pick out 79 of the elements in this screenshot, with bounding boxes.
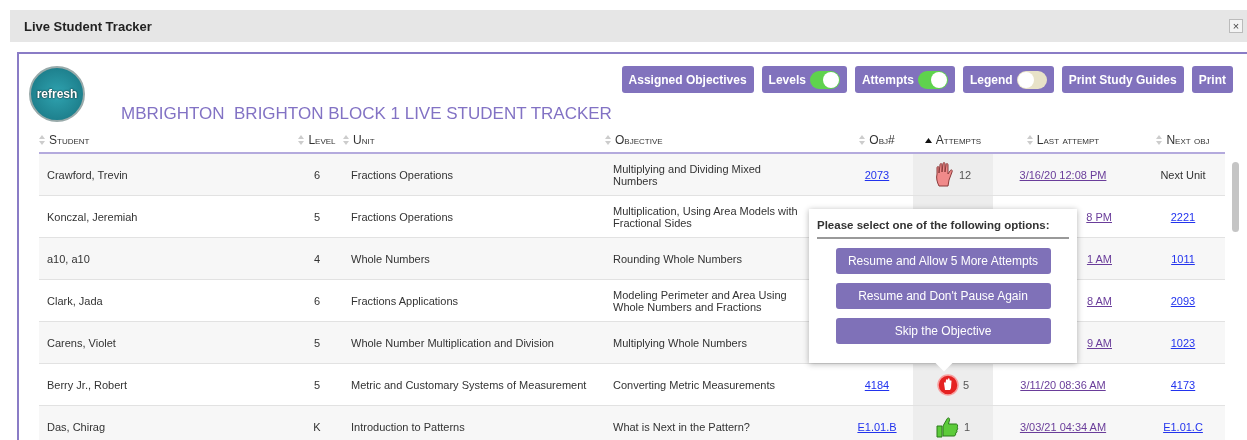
last-attempt-link[interactable]: 1 AM: [1086, 252, 1112, 265]
column-header[interactable]: Obj#: [841, 133, 913, 147]
level-cell: 6: [313, 294, 321, 307]
student-cell: Berry Jr., Robert: [47, 378, 128, 391]
student-cell: Carens, Violet: [47, 336, 116, 349]
column-header-label: Last attempt: [1036, 133, 1100, 147]
column-header-label: Unit: [353, 133, 375, 147]
toolbar-button[interactable]: Assigned Objectives: [621, 66, 754, 93]
option-button[interactable]: Resume and Don't Pause Again: [835, 283, 1051, 309]
column-header[interactable]: Next obj: [1133, 133, 1233, 147]
attempt-count: 5: [962, 378, 970, 391]
refresh-logo[interactable]: refresh: [29, 66, 85, 122]
objective-link[interactable]: 2073: [864, 168, 890, 181]
column-header[interactable]: Last attempt: [993, 133, 1133, 147]
student-cell: Crawford, Trevin: [47, 168, 128, 181]
level-cell: 4: [313, 252, 321, 265]
unit-cell: Fractions Applications: [351, 294, 458, 307]
column-header-label: Attempts: [935, 133, 982, 147]
close-button[interactable]: ×: [1229, 19, 1243, 33]
unit-cell: Introduction to Patterns: [351, 420, 465, 433]
level-cell: K: [313, 420, 321, 433]
toggle-button[interactable]: Attempts: [854, 66, 955, 93]
objective-link[interactable]: 4184: [864, 378, 890, 391]
last-attempt-link[interactable]: 3/11/20 08:36 AM: [1020, 378, 1106, 391]
tracker-title: MBRIGHTON BRIGHTON BLOCK 1 LIVE STUDENT TRACKER: [121, 104, 612, 124]
objective-cell: Converting Metric Measurements: [613, 378, 775, 391]
objective-cell-text: Multiplication, Using Area Models with Fractional Sides: [613, 204, 799, 229]
toggle-button[interactable]: Levels: [761, 66, 847, 93]
student-cell: a10, a10: [47, 252, 90, 265]
column-header[interactable]: Level: [291, 133, 343, 147]
scrollbar[interactable]: [1232, 162, 1239, 232]
last-attempt-link[interactable]: 3/16/20 12:08 PM: [1019, 168, 1107, 181]
last-attempt-link[interactable]: 8 PM: [1086, 210, 1112, 223]
column-header[interactable]: Student: [39, 133, 291, 147]
column-header-label: Obj#: [869, 133, 895, 147]
objective-cell: Rounding Whole Numbers: [613, 252, 742, 265]
toggle-button[interactable]: Legend: [962, 66, 1054, 93]
next-objective-link[interactable]: E1.01.C: [1163, 420, 1203, 433]
level-cell: 5: [313, 378, 321, 391]
unit-cell: Whole Numbers: [351, 252, 430, 265]
next-objective-link[interactable]: 2093: [1170, 294, 1196, 307]
unit-cell: Fractions Operations: [351, 168, 454, 181]
level-cell: 5: [313, 210, 321, 223]
next-objective-cell: Next Unit: [1160, 168, 1206, 181]
last-attempt-link[interactable]: 9 AM: [1086, 336, 1112, 349]
student-cell: Konczal, Jeremiah: [47, 210, 138, 223]
unit-cell: Metric and Customary Systems of Measurement: [351, 378, 587, 391]
toolbar-button[interactable]: Print Study Guides: [1061, 66, 1184, 93]
unit-cell: Fractions Operations: [351, 210, 454, 223]
column-header[interactable]: Unit: [343, 133, 605, 147]
column-header-label: Level: [308, 133, 336, 147]
unit-cell: Whole Number Multiplication and Division: [351, 336, 554, 349]
next-objective-link[interactable]: 1023: [1170, 336, 1196, 349]
column-header-label: Student: [49, 133, 90, 147]
window-title: Live Student Tracker: [24, 18, 152, 34]
next-objective-link[interactable]: 2221: [1170, 210, 1196, 223]
objective-cell-text: Modeling Perimeter and Area Using Whole Numbers and Fractions: [613, 288, 788, 313]
student-cell: Das, Chirag: [47, 420, 106, 433]
attempt-count: 12: [958, 168, 972, 181]
next-objective-link[interactable]: 1011: [1171, 252, 1195, 265]
last-attempt-link[interactable]: 3/03/21 04:34 AM: [1019, 420, 1107, 433]
column-header-label: Next obj: [1166, 133, 1210, 147]
student-cell: Clark, Jada: [47, 294, 103, 307]
option-button[interactable]: Skip the Objective: [835, 318, 1051, 344]
last-attempt-link[interactable]: 8 AM: [1086, 294, 1112, 307]
option-button[interactable]: Resume and Allow 5 More Attempts: [835, 248, 1051, 274]
objective-cell: What is Next in the Pattern?: [613, 420, 750, 433]
next-objective-link[interactable]: 4173: [1170, 378, 1196, 391]
column-header-label: Objective: [615, 133, 663, 147]
attempt-count: 1: [963, 420, 971, 433]
popover-title: Please select one of the following options:: [817, 217, 1069, 239]
column-header[interactable]: Attempts: [913, 133, 993, 147]
level-cell: 5: [313, 336, 321, 349]
toolbar-button[interactable]: Print: [1191, 66, 1233, 93]
objective-cell: Multiplying Whole Numbers: [613, 336, 747, 349]
level-cell: 6: [313, 168, 321, 181]
objective-cell-text: Multiplying and Dividing Mixed Numbers: [613, 162, 762, 187]
objective-link[interactable]: E1.01.B: [857, 420, 897, 433]
column-header[interactable]: Objective: [605, 133, 841, 147]
